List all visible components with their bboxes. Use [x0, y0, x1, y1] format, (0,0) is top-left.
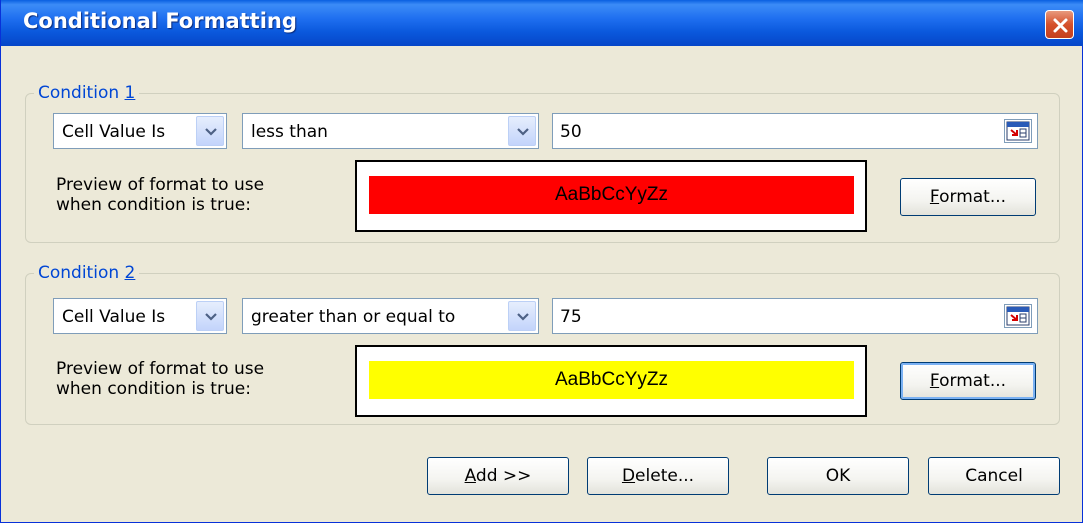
condition-1-preview-box: AaBbCcYyZz: [355, 160, 867, 232]
condition-2-preview-sample: AaBbCcYyZz: [369, 361, 854, 399]
chevron-down-icon: [205, 313, 217, 321]
ok-button[interactable]: OK: [767, 457, 909, 495]
condition-1-preview-label: Preview of format to use when condition …: [56, 175, 265, 215]
condition-1-operator-dropdown-button[interactable]: [508, 116, 536, 146]
add-button[interactable]: Add >>: [427, 457, 569, 495]
condition-1-format-button[interactable]: Format...: [900, 178, 1036, 216]
condition-1-legend: Condition 1: [34, 83, 140, 103]
condition-1-preview-sample: AaBbCcYyZz: [369, 176, 854, 214]
condition-2-value-input[interactable]: 75: [552, 298, 1038, 334]
collapse-dialog-icon: [1006, 121, 1030, 141]
condition-1-range-select-button[interactable]: [1004, 119, 1032, 143]
condition-2-type-value: Cell Value Is: [62, 307, 166, 327]
condition-1-operator-select[interactable]: less than: [242, 113, 539, 149]
close-icon: [1053, 18, 1068, 33]
condition-2-value-text: 75: [560, 307, 582, 327]
condition-2-operator-value: greater than or equal to: [251, 307, 456, 327]
collapse-dialog-icon: [1006, 306, 1030, 326]
condition-1-type-select[interactable]: Cell Value Is: [53, 113, 227, 149]
condition-2-preview-label: Preview of format to use when condition …: [56, 359, 265, 399]
title-bar[interactable]: Conditional Formatting: [1, 0, 1083, 46]
condition-2-operator-dropdown-button[interactable]: [508, 301, 536, 331]
chevron-down-icon: [517, 128, 529, 136]
conditional-formatting-dialog: Conditional Formatting Condition 1 Cell …: [0, 0, 1083, 523]
condition-2-preview-box: AaBbCcYyZz: [355, 345, 867, 417]
condition-2-range-select-button[interactable]: [1004, 304, 1032, 328]
condition-2-format-button[interactable]: Format...: [900, 362, 1036, 400]
chevron-down-icon: [517, 313, 529, 321]
condition-1-type-dropdown-button[interactable]: [196, 116, 224, 146]
delete-button[interactable]: Delete...: [587, 457, 729, 495]
condition-1-value-text: 50: [560, 122, 582, 142]
dialog-title: Conditional Formatting: [23, 9, 297, 33]
condition-1-operator-value: less than: [251, 122, 328, 142]
condition-2-type-dropdown-button[interactable]: [196, 301, 224, 331]
condition-1-type-value: Cell Value Is: [62, 122, 166, 142]
condition-1-value-input[interactable]: 50: [552, 113, 1038, 149]
close-button[interactable]: [1045, 10, 1074, 39]
condition-2-legend: Condition 2: [34, 263, 140, 283]
condition-2-type-select[interactable]: Cell Value Is: [53, 298, 227, 334]
condition-2-operator-select[interactable]: greater than or equal to: [242, 298, 539, 334]
chevron-down-icon: [205, 128, 217, 136]
cancel-button[interactable]: Cancel: [928, 457, 1060, 495]
